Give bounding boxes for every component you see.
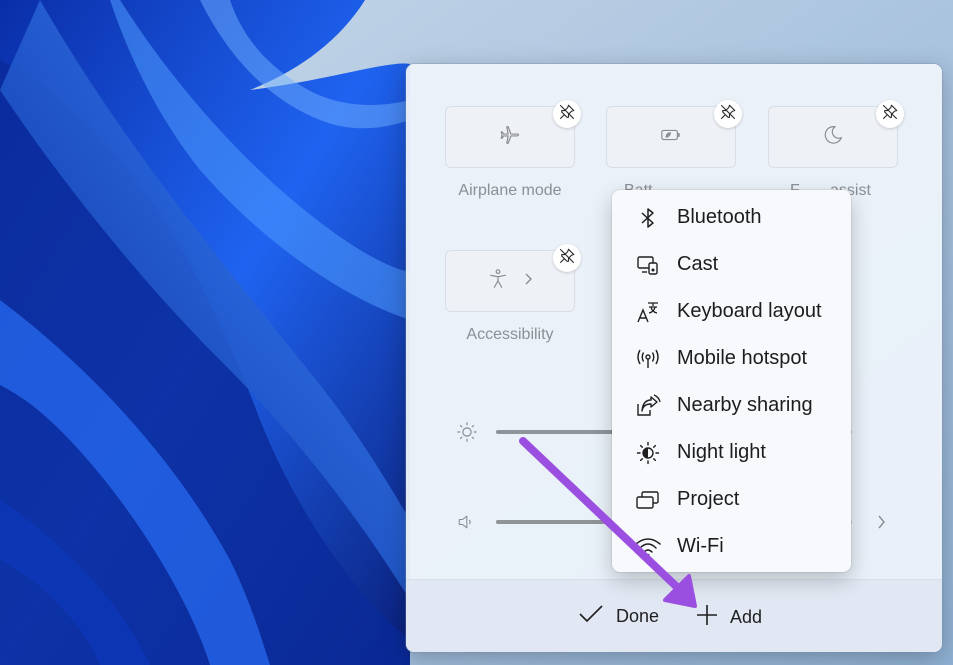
- menu-item-mobile-hotspot[interactable]: Mobile hotspot: [612, 335, 851, 382]
- project-icon: [634, 486, 662, 514]
- checkmark-icon: [578, 604, 604, 629]
- unpin-battery-saver-button[interactable]: [714, 100, 742, 128]
- tile-accessibility-label: Accessibility: [466, 326, 554, 343]
- keyboard-layout-icon: [634, 298, 662, 326]
- chevron-right-icon: [523, 272, 533, 291]
- menu-item-label: Keyboard layout: [677, 300, 822, 322]
- menu-item-cast[interactable]: Cast: [612, 241, 851, 288]
- menu-item-label: Night light: [677, 441, 766, 463]
- wifi-icon: [634, 533, 662, 561]
- airplane-icon: [499, 124, 521, 151]
- night-light-icon: [634, 439, 662, 467]
- menu-item-label: Mobile hotspot: [677, 347, 808, 369]
- sun-icon: [456, 421, 478, 448]
- menu-item-bluetooth[interactable]: Bluetooth: [612, 194, 851, 241]
- moon-icon: [822, 124, 844, 151]
- menu-item-label: Wi-Fi: [677, 535, 724, 557]
- mobile-hotspot-icon: [634, 345, 662, 373]
- menu-item-label: Nearby sharing: [677, 394, 813, 416]
- nearby-sharing-icon: [634, 392, 662, 420]
- accessibility-icon: [487, 268, 509, 295]
- bluetooth-icon: [634, 204, 662, 232]
- unpin-icon: [558, 103, 576, 126]
- unpin-focus-assist-button[interactable]: [876, 100, 904, 128]
- plus-icon: [696, 604, 718, 631]
- unpin-icon: [719, 103, 737, 126]
- audio-output-chevron-icon[interactable]: [876, 514, 886, 535]
- menu-item-label: Cast: [677, 253, 719, 275]
- menu-item-wifi[interactable]: Wi-Fi: [612, 523, 851, 570]
- unpin-airplane-mode-button[interactable]: [553, 100, 581, 128]
- add-button[interactable]: Add: [696, 604, 762, 631]
- menu-item-label: Bluetooth: [677, 206, 762, 228]
- unpin-icon: [881, 103, 899, 126]
- menu-item-label: Project: [677, 488, 740, 510]
- menu-item-keyboard-layout[interactable]: Keyboard layout: [612, 288, 851, 335]
- done-button[interactable]: Done: [578, 604, 659, 629]
- speaker-icon: [456, 512, 476, 537]
- add-tile-menu: Bluetooth Cast Keyboard layout Mobile ho…: [612, 190, 851, 572]
- unpin-accessibility-button[interactable]: [553, 244, 581, 272]
- done-label: Done: [616, 606, 660, 626]
- battery-saver-icon: [659, 124, 683, 151]
- unpin-icon: [558, 247, 576, 270]
- tile-airplane-mode-label: Airplane mode: [458, 182, 562, 199]
- menu-item-night-light[interactable]: Night light: [612, 429, 851, 476]
- menu-item-nearby-sharing[interactable]: Nearby sharing: [612, 382, 851, 429]
- add-label: Add: [730, 607, 763, 627]
- cast-icon: [634, 251, 662, 279]
- quick-settings-footer: Done Add: [406, 579, 942, 652]
- menu-item-project[interactable]: Project: [612, 476, 851, 523]
